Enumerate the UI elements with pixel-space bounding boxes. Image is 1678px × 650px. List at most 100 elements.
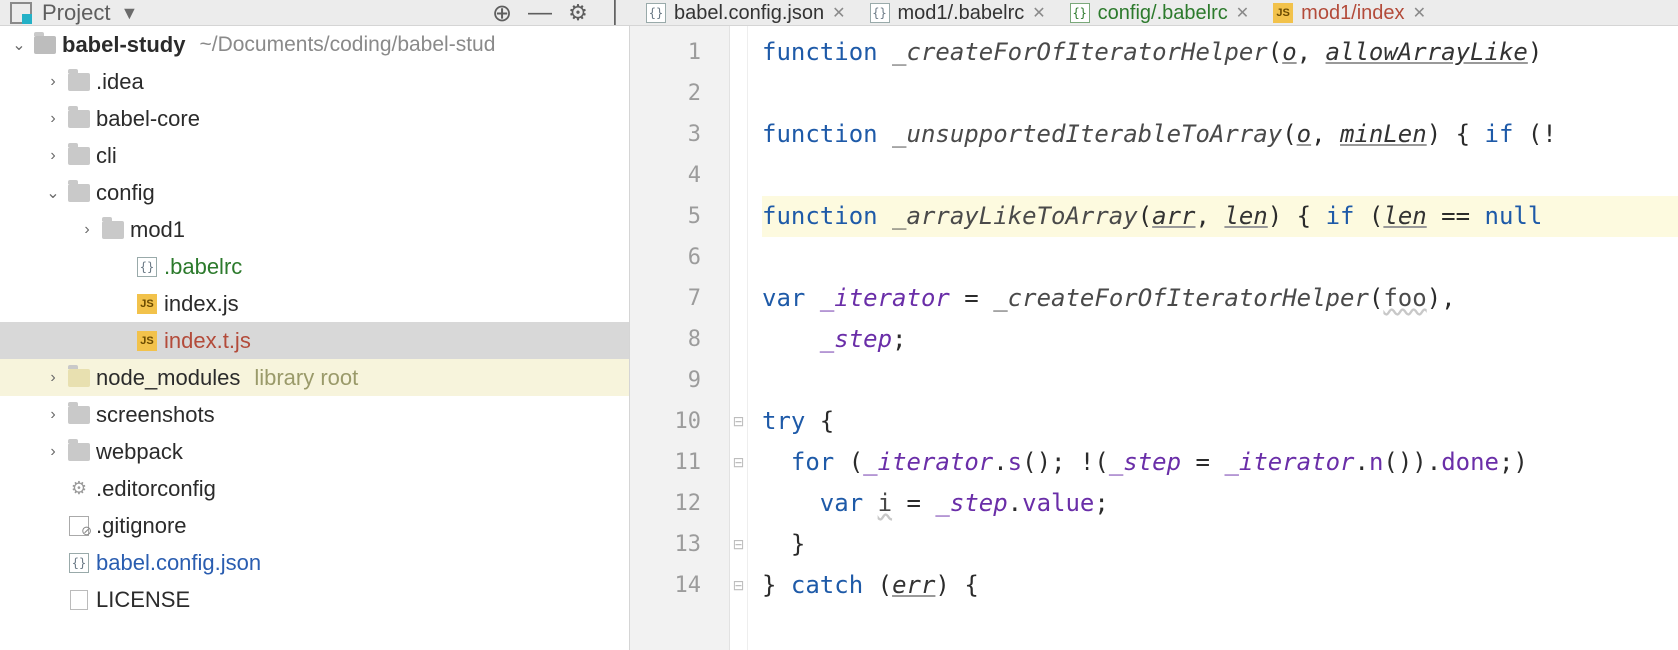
tree-row[interactable]: ⚙.editorconfig — [0, 470, 629, 507]
tree-row[interactable]: › screenshots — [0, 396, 629, 433]
gear-icon[interactable]: ⚙ — [564, 0, 592, 26]
hide-panel-icon[interactable]: │ — [602, 0, 630, 26]
code-line[interactable]: for (_iterator.s(); !(_step = _iterator.… — [762, 442, 1678, 483]
code-line[interactable]: } — [762, 524, 1678, 565]
file-icon — [68, 108, 90, 130]
tree-row[interactable]: {}babel.config.json — [0, 544, 629, 581]
editor-tab[interactable]: JSmod1/index✕ — [1261, 0, 1438, 26]
tree-row[interactable]: ›cli — [0, 137, 629, 174]
module-icon — [34, 34, 56, 56]
project-toolwindow-header: Project ▼ ⊕ — ⚙ │ — [0, 0, 630, 26]
expand-icon[interactable]: › — [44, 73, 62, 91]
tree-row[interactable]: ›node_moduleslibrary root — [0, 359, 629, 396]
line-number[interactable]: 2 — [630, 73, 729, 114]
gutter[interactable]: 1234567891011121314 — [630, 26, 730, 650]
tree-item-name: config — [96, 180, 155, 206]
tree-row[interactable]: LICENSE — [0, 581, 629, 618]
tree-row[interactable]: ›mod1 — [0, 211, 629, 248]
close-icon[interactable]: ✕ — [832, 3, 845, 23]
line-number[interactable]: 3 — [630, 114, 729, 155]
tree-row[interactable]: ›webpack — [0, 433, 629, 470]
chevron-down-icon[interactable]: ▼ — [120, 3, 138, 24]
fold-marker[interactable]: ⊟ — [730, 401, 747, 442]
file-icon — [68, 145, 90, 167]
editor-tab[interactable]: {}config/.babelrc✕ — [1058, 0, 1261, 26]
expand-icon[interactable]: › — [44, 369, 62, 387]
line-number[interactable]: 6 — [630, 237, 729, 278]
tree-item-name: .gitignore — [96, 513, 187, 539]
file-icon: JS — [136, 293, 158, 315]
line-number[interactable]: 8 — [630, 319, 729, 360]
project-label[interactable]: Project — [42, 0, 110, 26]
code-line[interactable]: var i = _step.value; — [762, 483, 1678, 524]
line-number[interactable]: 5 — [630, 196, 729, 237]
editor-tab[interactable]: {}babel.config.json✕ — [634, 0, 858, 26]
tree-item-name: babel-core — [96, 106, 200, 132]
fold-marker[interactable]: ⊟ — [730, 442, 747, 483]
tree-row[interactable]: JSindex.t.js — [0, 322, 629, 359]
tree-item-name: .editorconfig — [96, 476, 216, 502]
line-number[interactable]: 9 — [630, 360, 729, 401]
code-line[interactable] — [762, 155, 1678, 196]
close-icon[interactable]: ✕ — [1236, 3, 1249, 23]
fold-marker[interactable]: ⊟ — [730, 565, 747, 606]
editor-tab[interactable]: {}mod1/.babelrc✕ — [858, 0, 1058, 26]
code-line[interactable] — [762, 73, 1678, 114]
expand-icon[interactable]: › — [44, 406, 62, 424]
code-line[interactable]: function _arrayLikeToArray(arr, len) { i… — [762, 196, 1678, 237]
tree-item-name: screenshots — [96, 402, 215, 428]
tree-row[interactable]: .gitignore — [0, 507, 629, 544]
line-number[interactable]: 14 — [630, 565, 729, 606]
fold-marker — [730, 319, 747, 360]
file-icon — [68, 367, 90, 389]
line-number[interactable]: 10 — [630, 401, 729, 442]
tree-row[interactable]: › .idea — [0, 63, 629, 100]
locate-file-icon[interactable]: ⊕ — [488, 0, 516, 26]
project-tree[interactable]: ⌄ babel-study ~/Documents/coding/babel-s… — [0, 26, 630, 650]
fold-column[interactable]: ⊟⊟⊟⊟ — [730, 26, 748, 650]
file-icon: {} — [68, 552, 90, 574]
expand-icon[interactable]: › — [44, 147, 62, 165]
code-line[interactable]: function _unsupportedIterableToArray(o, … — [762, 114, 1678, 155]
line-number[interactable]: 7 — [630, 278, 729, 319]
code-line[interactable]: } catch (err) { — [762, 565, 1678, 606]
code-area[interactable]: function _createForOfIteratorHelper(o, a… — [748, 26, 1678, 650]
line-number[interactable]: 13 — [630, 524, 729, 565]
tab-name: config/.babelrc — [1098, 2, 1228, 25]
expand-icon[interactable]: › — [44, 110, 62, 128]
code-line[interactable]: function _createForOfIteratorHelper(o, a… — [762, 32, 1678, 73]
fold-marker — [730, 278, 747, 319]
code-line[interactable] — [762, 237, 1678, 278]
line-number[interactable]: 12 — [630, 483, 729, 524]
tree-row[interactable]: {}.babelrc — [0, 248, 629, 285]
tree-item-name: index.t.js — [164, 328, 251, 354]
line-number[interactable]: 4 — [630, 155, 729, 196]
line-number[interactable]: 11 — [630, 442, 729, 483]
tree-item-name: .idea — [96, 69, 144, 95]
chevron-down-icon[interactable]: ⌄ — [10, 35, 28, 55]
tree-item-name: .babelrc — [164, 254, 242, 280]
tree-row[interactable]: JSindex.js — [0, 285, 629, 322]
close-icon[interactable]: ✕ — [1032, 3, 1045, 23]
expand-icon[interactable]: ⌄ — [44, 183, 62, 203]
code-line[interactable]: _step; — [762, 319, 1678, 360]
expand-icon[interactable]: › — [78, 221, 96, 239]
code-line[interactable] — [762, 360, 1678, 401]
file-icon — [68, 182, 90, 204]
js-icon: JS — [1273, 3, 1293, 23]
tree-row[interactable]: › babel-core — [0, 100, 629, 137]
editor-tabs: {}babel.config.json✕{}mod1/.babelrc✕{} co… — [630, 0, 1678, 26]
fold-marker[interactable]: ⊟ — [730, 524, 747, 565]
braces-icon: {} — [870, 3, 890, 23]
toolbar: Project ▼ ⊕ — ⚙ │ {}babel.config.json✕{}… — [0, 0, 1678, 26]
code-line[interactable]: try { — [762, 401, 1678, 442]
tree-root[interactable]: ⌄ babel-study ~/Documents/coding/babel-s… — [0, 26, 629, 63]
code-line[interactable]: var _iterator = _createForOfIteratorHelp… — [762, 278, 1678, 319]
file-icon — [68, 71, 90, 93]
close-icon[interactable]: ✕ — [1413, 3, 1426, 23]
expand-icon[interactable]: › — [44, 443, 62, 461]
line-number[interactable]: 1 — [630, 32, 729, 73]
collapse-all-icon[interactable]: — — [526, 0, 554, 26]
tree-row[interactable]: ⌄ config — [0, 174, 629, 211]
code-editor[interactable]: 1234567891011121314 ⊟⊟⊟⊟ function _creat… — [630, 26, 1678, 650]
